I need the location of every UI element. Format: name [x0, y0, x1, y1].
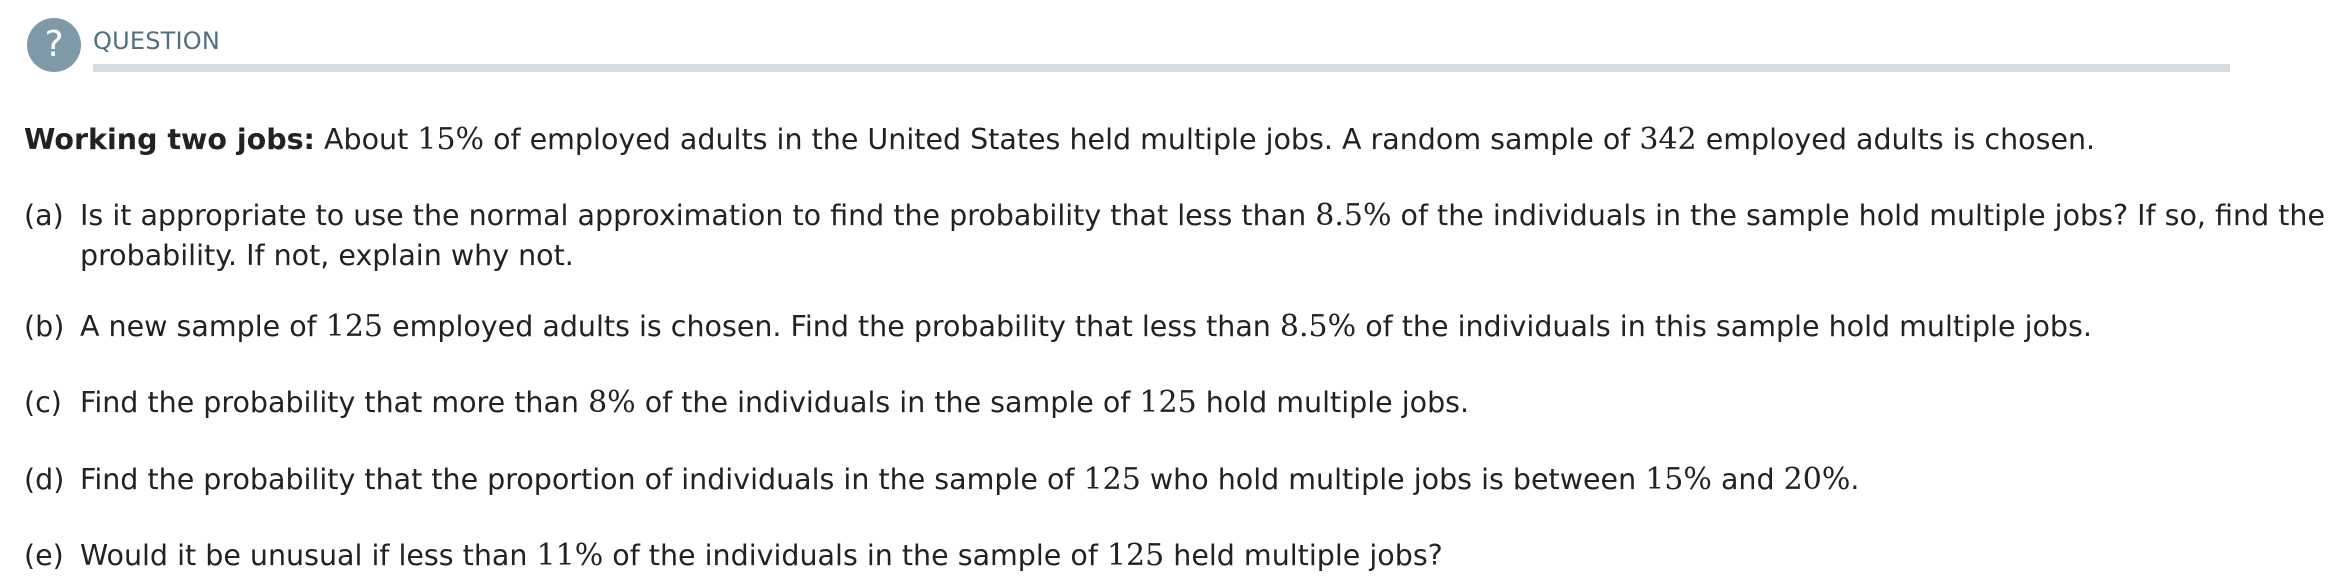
part-d-value-3: 20%	[1783, 462, 1851, 497]
problem-intro: Working two jobs: About 15% of employed …	[24, 120, 2324, 160]
part-e-value-1: 11%	[536, 538, 604, 573]
part-a-label: (a)	[24, 199, 64, 232]
part-d-text-2: who hold multiple jobs is between	[1149, 463, 1637, 496]
problem-lead: Working two jobs:	[24, 123, 315, 156]
question-body: Working two jobs: About 15% of employed …	[24, 120, 2325, 573]
part-c-text-1: Find the probability that more than	[80, 386, 579, 419]
part-c-label: (c)	[24, 386, 62, 419]
part-b-text-1: A new sample of	[80, 310, 317, 343]
part-d-text-3: and	[1720, 463, 1775, 496]
part-a-text: Is it appropriate to use the normal appr…	[80, 196, 2325, 276]
question-header: ? QUESTION	[27, 18, 2230, 72]
intro-value-2: 342	[1639, 122, 1697, 157]
part-d-text-4: .	[1850, 463, 1860, 496]
part-c-text-3: hold multiple jobs.	[1205, 386, 1470, 419]
part-b-text: A new sample of 125 employed adults is c…	[80, 307, 2320, 347]
part-e-text: Would it be unusual if less than 11% of …	[80, 536, 2320, 576]
part-a-text-3: probability. If not, explain why not.	[80, 239, 574, 272]
part-d-label: (d)	[24, 463, 65, 496]
part-c-text-2: of the individuals in the sample of	[644, 386, 1131, 419]
header-divider	[93, 64, 2230, 72]
part-a-text-2: of the individuals in the sample hold mu…	[1400, 199, 2325, 232]
part-b-label: (b)	[24, 310, 65, 343]
part-d-text-1: Find the probability that the proportion…	[80, 463, 1075, 496]
intro-text-2: of employed adults in the United States …	[493, 123, 1631, 156]
part-b: (b) A new sample of 125 employed adults …	[24, 307, 2324, 347]
part-c-text: Find the probability that more than 8% o…	[80, 383, 2320, 423]
part-d-value-1: 125	[1083, 462, 1141, 497]
part-c-value-2: 125	[1139, 385, 1197, 420]
part-a-text-1: Is it appropriate to use the normal appr…	[80, 199, 1307, 232]
part-e-text-1: Would it be unusual if less than	[80, 539, 528, 572]
part-c-value-1: 8%	[588, 385, 636, 420]
part-d-text: Find the probability that the proportion…	[80, 460, 2320, 500]
question-icon: ?	[27, 18, 81, 72]
part-e-label: (e)	[24, 539, 64, 572]
part-a-value-1: 8.5%	[1315, 198, 1392, 233]
part-e-value-2: 125	[1106, 538, 1165, 573]
part-a: (a) Is it appropriate to use the normal …	[24, 196, 2325, 276]
part-d-value-2: 15%	[1645, 462, 1712, 497]
question-label: QUESTION	[93, 27, 221, 55]
part-b-text-3: of the individuals in this sample hold m…	[1365, 310, 2092, 343]
part-b-value-1: 125	[325, 309, 383, 344]
intro-text-1: About	[324, 123, 409, 156]
intro-text-3: employed adults is chosen.	[1705, 123, 2096, 156]
part-e-text-2: of the individuals in the sample of	[612, 539, 1098, 572]
part-c: (c) Find the probability that more than …	[24, 383, 2324, 423]
part-d: (d) Find the probability that the propor…	[24, 460, 2324, 500]
intro-value-1: 15%	[417, 122, 485, 157]
part-e-text-3: held multiple jobs?	[1173, 539, 1443, 572]
part-b-value-2: 8.5%	[1279, 309, 1357, 344]
part-e: (e) Would it be unusual if less than 11%…	[24, 536, 2324, 576]
part-b-text-2: employed adults is chosen. Find the prob…	[392, 310, 1271, 343]
